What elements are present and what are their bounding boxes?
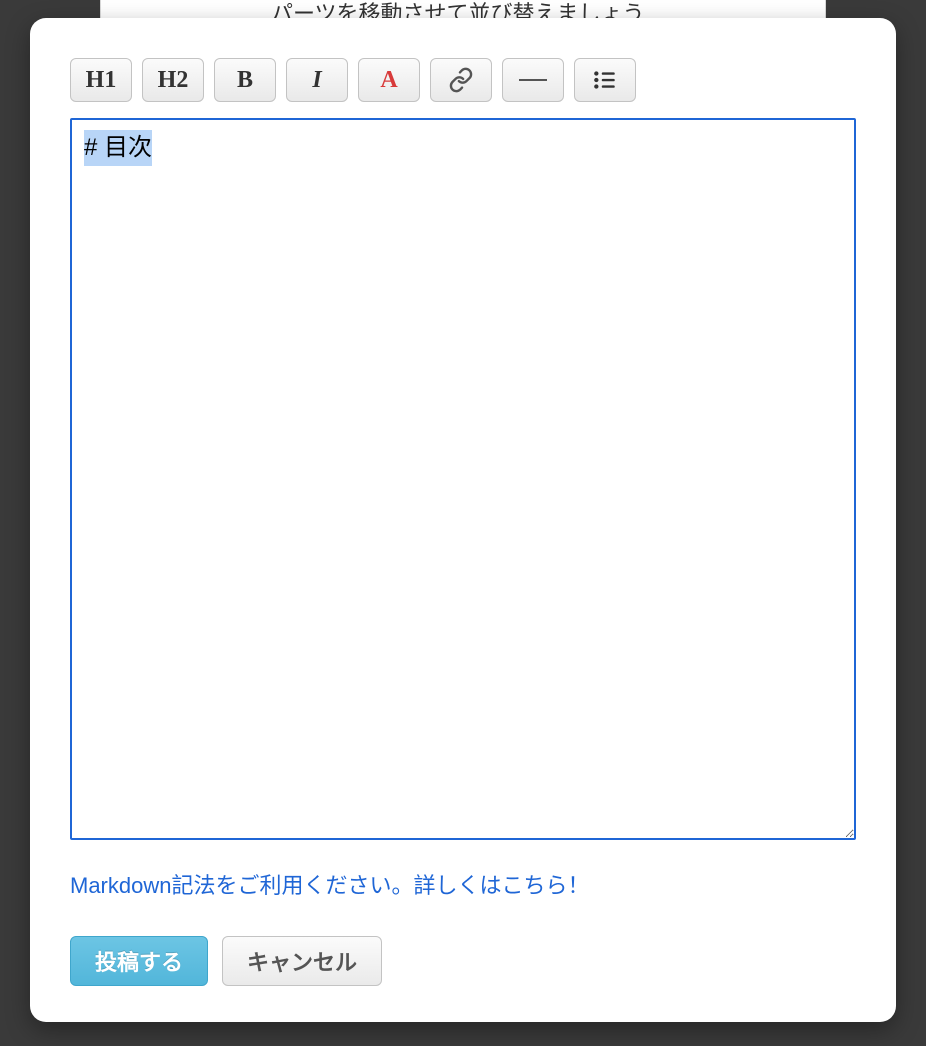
heading1-button[interactable]: H1 bbox=[70, 58, 132, 102]
heading1-label: H1 bbox=[86, 67, 117, 94]
link-icon bbox=[448, 67, 474, 93]
heading2-label: H2 bbox=[158, 67, 189, 94]
editor-modal: H1 H2 B I A bbox=[30, 18, 896, 1022]
text-color-button[interactable]: A bbox=[358, 58, 420, 102]
link-button[interactable] bbox=[430, 58, 492, 102]
bold-button[interactable]: B bbox=[214, 58, 276, 102]
horizontal-rule-button[interactable] bbox=[502, 58, 564, 102]
italic-label: I bbox=[312, 67, 321, 94]
italic-button[interactable]: I bbox=[286, 58, 348, 102]
markdown-help-link[interactable]: Markdown記法をご利用ください。詳しくはこちら！ bbox=[70, 868, 856, 900]
modal-footer: 投稿する キャンセル bbox=[70, 936, 856, 986]
text-color-label: A bbox=[380, 67, 397, 94]
bullet-list-button[interactable] bbox=[574, 58, 636, 102]
horizontal-rule-icon bbox=[519, 79, 547, 81]
editor-container bbox=[70, 118, 856, 840]
bullet-list-icon bbox=[592, 67, 618, 93]
submit-button[interactable]: 投稿する bbox=[70, 936, 208, 986]
cancel-button-label: キャンセル bbox=[247, 945, 357, 977]
bold-label: B bbox=[237, 67, 253, 94]
submit-button-label: 投稿する bbox=[95, 945, 183, 977]
formatting-toolbar: H1 H2 B I A bbox=[70, 58, 856, 102]
cancel-button[interactable]: キャンセル bbox=[222, 936, 382, 986]
heading2-button[interactable]: H2 bbox=[142, 58, 204, 102]
markdown-textarea[interactable] bbox=[70, 118, 856, 840]
